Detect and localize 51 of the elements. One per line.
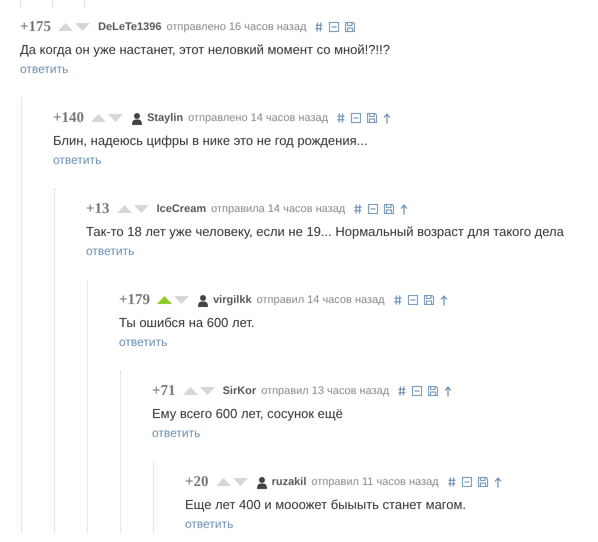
author-name[interactable]: Staylin [147, 112, 184, 124]
author-name[interactable]: DeLeTe1396 [98, 21, 162, 33]
author-name[interactable]: SirKor [222, 385, 256, 397]
hash-icon[interactable] [448, 477, 456, 487]
upvote-icon[interactable] [157, 296, 172, 304]
comment-text: Ты ошибся на 600 лет. [119, 315, 256, 330]
author-name[interactable]: ruzakil [272, 476, 306, 488]
up-arrow-icon[interactable] [400, 204, 408, 214]
comment-rating: +179 [119, 292, 150, 308]
collapse-icon[interactable] [412, 386, 422, 396]
up-arrow-icon[interactable] [440, 294, 448, 306]
up-arrow-icon[interactable] [383, 112, 392, 124]
comment-rating: +20 [185, 474, 209, 490]
comment-text: Блин, надеюсь цифры в нике это не год рождения... [53, 133, 368, 148]
collapse-icon[interactable] [329, 22, 340, 32]
post-time: отправлено 16 часов назад [166, 21, 306, 33]
collapse-icon[interactable] [462, 477, 472, 487]
comment-rating: +71 [152, 382, 176, 400]
author-name[interactable]: virgilkk [213, 294, 252, 306]
hash-icon[interactable] [398, 386, 406, 396]
save-icon[interactable] [478, 477, 488, 487]
comment-rating: +175 [20, 18, 52, 36]
avatar-icon[interactable] [131, 112, 144, 124]
author-name[interactable]: IceCream [156, 203, 206, 215]
avatar-icon[interactable] [197, 294, 210, 306]
comment-rating: +13 [86, 200, 110, 218]
hash-icon[interactable] [315, 22, 324, 32]
hash-icon[interactable] [354, 204, 362, 214]
up-arrow-icon[interactable] [444, 386, 452, 396]
post-time: отправил 11 часов назад [311, 476, 439, 488]
save-icon[interactable] [424, 295, 434, 305]
post-time: отправила 14 часов назад [211, 203, 346, 215]
save-icon[interactable] [367, 113, 378, 123]
hash-icon[interactable] [337, 113, 346, 123]
up-arrow-icon[interactable] [494, 476, 502, 488]
comment-text: Да когда он уже настанет, этот неловкий момент со мной!?!!? [20, 42, 391, 57]
comment-text: Так-то 18 лет уже человеку, если не 19... Нормальный возраст для такого дела [86, 224, 565, 239]
collapse-icon[interactable] [351, 113, 362, 123]
comment-text: Еще лет 400 и мооожет быыыть станет магом. [185, 497, 468, 512]
post-time: отправлено 14 часов назад [188, 112, 328, 124]
save-icon[interactable] [345, 22, 356, 32]
post-time: отправил 14 часов назад [256, 294, 385, 306]
comment-text: Ему всего 600 лет, сосунок ещё [152, 406, 344, 421]
post-time: отправил 13 часов назад [261, 385, 390, 397]
avatar-icon[interactable] [256, 476, 268, 488]
save-icon[interactable] [428, 386, 438, 396]
hash-icon[interactable] [394, 295, 402, 305]
collapse-icon[interactable] [408, 295, 418, 305]
collapse-icon[interactable] [368, 204, 378, 214]
comment-rating: +140 [53, 110, 84, 126]
save-icon[interactable] [384, 204, 394, 214]
